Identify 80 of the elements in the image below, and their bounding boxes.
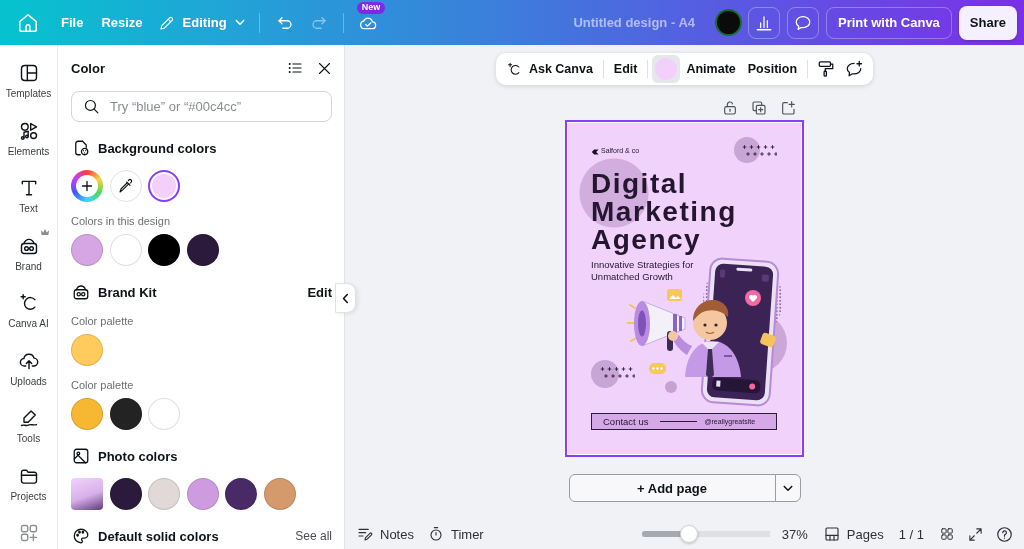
swatch-group-label: Color palette: [71, 314, 135, 328]
image-icon: [72, 447, 90, 465]
plus-pattern-drawing: [742, 144, 777, 157]
page-counter: 1 / 1: [898, 526, 924, 542]
ask-canva-button[interactable]: Ask Canva: [500, 56, 599, 82]
grid-view-icon[interactable]: [940, 527, 954, 541]
zoom-percentage[interactable]: 37%: [781, 526, 808, 542]
fullscreen-icon[interactable]: [968, 526, 983, 542]
chevron-left-icon: [342, 292, 349, 304]
decor-circle: [591, 360, 619, 388]
panel-title: Color: [71, 60, 106, 76]
list-icon[interactable]: [287, 60, 303, 76]
paint-roller-icon: [817, 60, 836, 78]
page-palette-icon: [72, 139, 90, 157]
sidebar-item[interactable]: Elements: [0, 110, 57, 168]
collapse-panel-button[interactable]: [335, 283, 356, 313]
search-field[interactable]: Try “blue” or “#00c4cc”: [71, 91, 332, 122]
chevron-down-icon: [234, 19, 245, 26]
contact-label: Contact us: [603, 416, 649, 427]
tagline: Innovative Strategies for Unmatched Growth: [591, 259, 695, 283]
sidebar-item[interactable]: Templates: [0, 53, 57, 111]
toolbar-button[interactable]: Position: [741, 56, 804, 82]
notes-icon: [357, 526, 373, 542]
slider-thumb[interactable]: [680, 525, 699, 543]
sidebar-item[interactable]: Uploads: [0, 340, 57, 398]
swatch-group-label: Color palette: [71, 378, 135, 392]
logo-icon: [591, 149, 599, 155]
timer-button[interactable]: Timer: [427, 526, 484, 542]
add-page-icon[interactable]: [780, 100, 796, 116]
speech-bubble-icon: [794, 13, 812, 32]
swatch-group-label: Colors in this design: [71, 214, 172, 228]
help-icon[interactable]: [996, 525, 1013, 543]
notes-button[interactable]: Notes: [357, 526, 414, 542]
section-heading: Default solid colors: [98, 528, 220, 544]
plus-pattern-drawing: [600, 366, 635, 379]
insights-button[interactable]: [748, 6, 780, 39]
see-all-link[interactable]: See all: [295, 529, 332, 543]
apps-icon: [18, 523, 39, 543]
timer-icon: [427, 526, 444, 542]
decor-circle: [734, 137, 760, 163]
comments-button[interactable]: [787, 6, 819, 39]
padlock-icon[interactable]: [722, 100, 738, 116]
eyedropper-button[interactable]: [109, 170, 142, 202]
section-heading: Photo colors: [98, 448, 179, 464]
sidebar-item[interactable]: Projects: [0, 455, 57, 513]
ai-sparkle-icon: [506, 61, 522, 77]
copy-plus-icon[interactable]: [751, 100, 767, 116]
chevron-down-icon: [782, 484, 793, 492]
toolbar-button[interactable]: Edit: [607, 56, 644, 82]
headline: Digital Marketing Agency: [591, 170, 737, 257]
avatar[interactable]: [715, 9, 742, 36]
sidebar-item[interactable]: Text: [0, 168, 57, 226]
add-page-button[interactable]: + Add page: [568, 474, 776, 502]
color-swatch[interactable]: [148, 170, 180, 202]
pen-icon: [18, 408, 39, 428]
print-button[interactable]: Print with Canva: [826, 6, 952, 39]
sidebar-item[interactable]: Tools: [0, 398, 57, 456]
pages-button[interactable]: Pages: [823, 526, 884, 542]
sidebar-item[interactable]: Brand: [0, 225, 57, 283]
add-page-menu-button[interactable]: [774, 474, 801, 502]
palette-icon: [72, 527, 90, 545]
eyedropper-icon: [117, 178, 134, 194]
shapes-icon: [18, 120, 39, 141]
pages-icon: [823, 526, 840, 542]
layout-icon: [18, 63, 39, 83]
edit-link[interactable]: Edit: [307, 284, 332, 300]
comment-plus-icon: [845, 60, 864, 78]
section-heading: Background colors: [98, 140, 218, 156]
add-color-button[interactable]: [71, 170, 103, 202]
pencil-icon: [158, 14, 175, 31]
new-badge: New: [356, 2, 386, 14]
decor-circle: [665, 381, 677, 393]
toolbar-button[interactable]: Animate: [680, 56, 742, 82]
search-icon: [83, 98, 100, 115]
plus-icon: [81, 180, 93, 192]
bag-icon: [72, 283, 90, 301]
section-heading: Brand Kit: [98, 284, 158, 300]
close-icon[interactable]: [317, 60, 332, 76]
share-button[interactable]: Share: [958, 5, 1017, 40]
sidebar-item[interactable]: Canva AI: [0, 283, 57, 341]
